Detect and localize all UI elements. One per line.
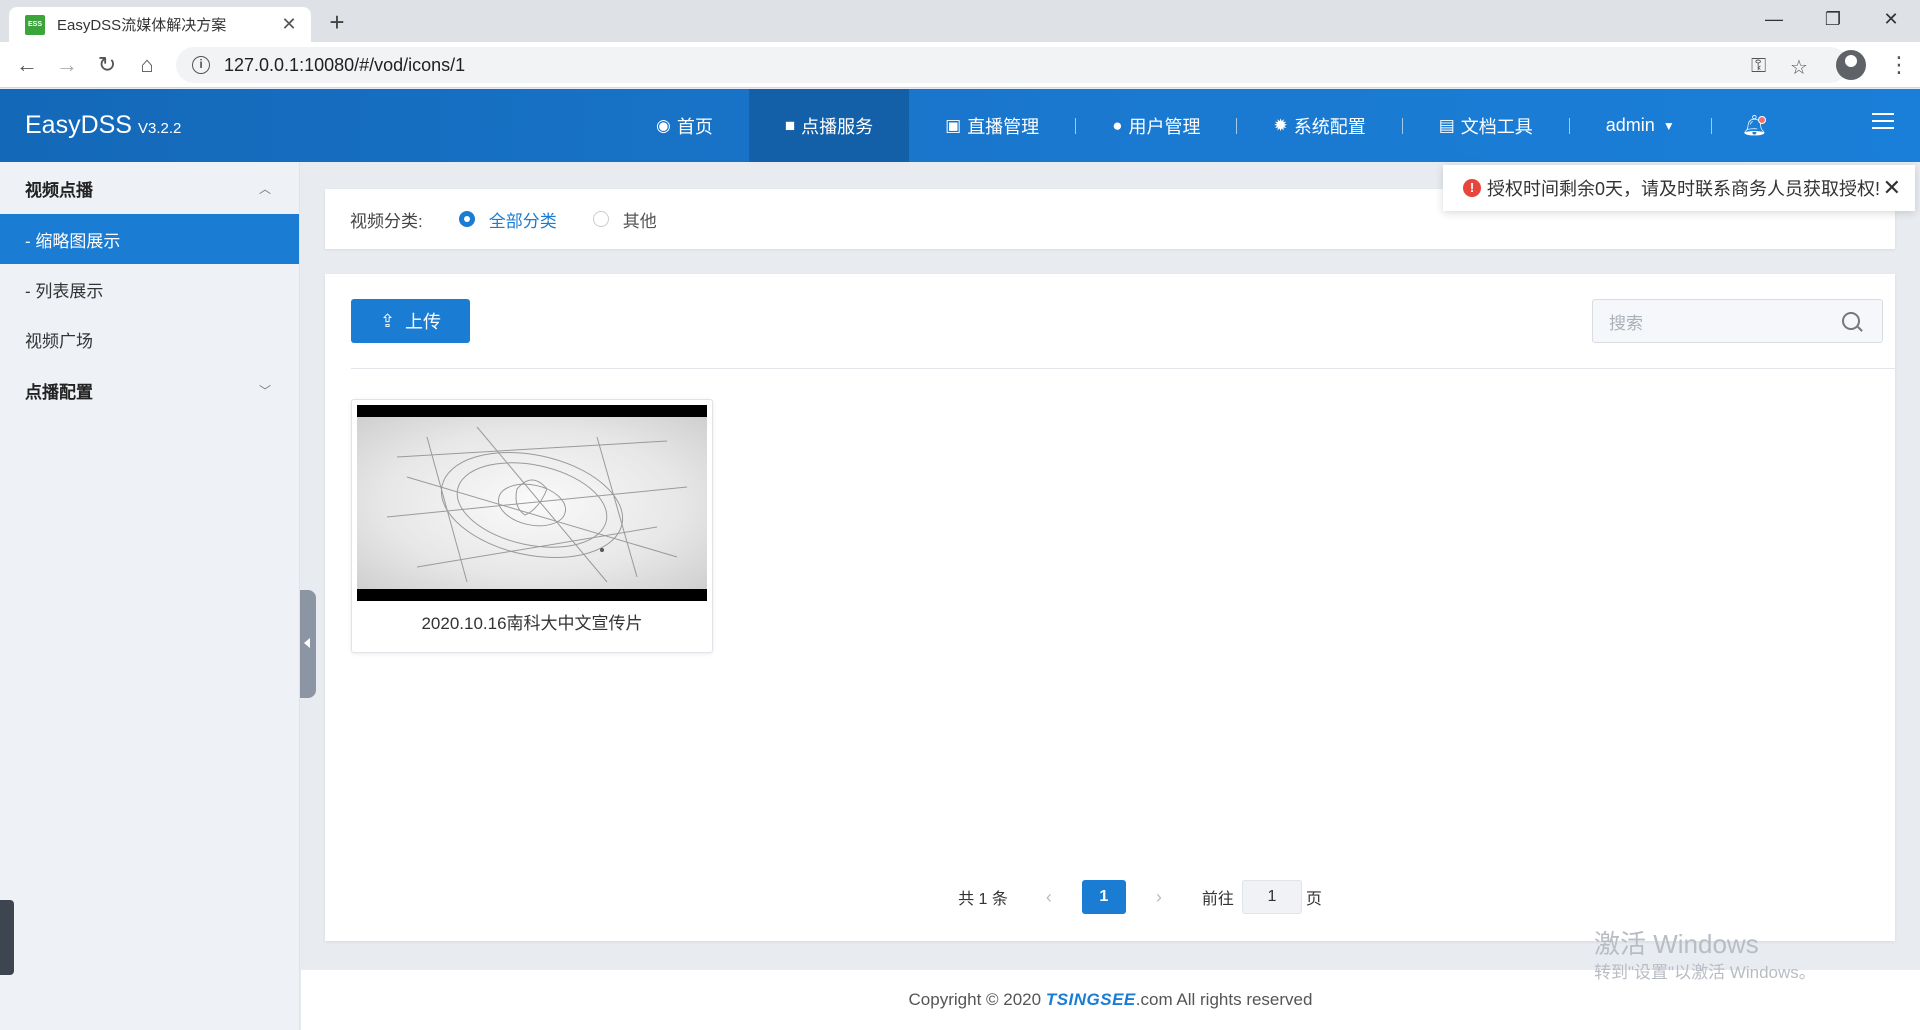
radio-label: 全部分类 — [488, 211, 557, 231]
radio-all-categories[interactable]: 全部分类 — [458, 207, 557, 232]
nav-users[interactable]: ● 用户管理 — [1076, 89, 1236, 162]
tsingsee-logo[interactable]: TSINGSEE — [1046, 990, 1136, 1009]
radio-unchecked-icon — [592, 211, 609, 227]
search-icon[interactable] — [1842, 312, 1860, 330]
video-thumbnail-panel: ⇪ 上传 搜索 2020.10.16南科大中文宣传片 共 1 条 ‹ 1 › 前… — [325, 274, 1896, 941]
search-input[interactable]: 搜索 — [1592, 299, 1883, 343]
url-text[interactable]: 127.0.0.1:10080/#/vod/icons/1 — [224, 55, 465, 76]
nav-label: 系统配置 — [1293, 116, 1366, 137]
close-window-button[interactable]: ✕ — [1868, 4, 1914, 34]
key-icon[interactable]: ⚿ — [1751, 55, 1766, 78]
video-title[interactable]: 2020.10.16南科大中文宣传片 — [352, 609, 712, 634]
notification-bell[interactable]: 🔔︎ — [1712, 89, 1797, 162]
nav-vod[interactable]: ■ 点播服务 — [748, 89, 910, 162]
live-icon: ▣ — [945, 115, 962, 135]
user-menu[interactable]: admin ▼ — [1570, 89, 1711, 162]
nav-label: 首页 — [676, 116, 713, 137]
upload-icon: ⇪ — [379, 310, 396, 331]
nav-label: 文档工具 — [1460, 116, 1533, 137]
thumbnail-image — [357, 417, 707, 589]
university-seal-sketch — [386, 426, 688, 583]
minimize-button[interactable]: — — [1751, 4, 1797, 34]
toast-close-icon[interactable]: ✕ — [1883, 175, 1901, 201]
favicon-icon: ESS — [25, 14, 45, 35]
toast-message: 授权时间剩余0天，请及时联系商务人员获取授权! — [1487, 179, 1881, 199]
video-camera-icon: ■ — [784, 115, 796, 135]
radio-other[interactable]: 其他 — [592, 207, 657, 232]
search-placeholder: 搜索 — [1609, 313, 1643, 333]
site-info-icon[interactable]: i — [192, 56, 210, 74]
nav-label: 点播服务 — [801, 116, 874, 137]
sidebar-group-label: 点播配置 — [25, 382, 93, 402]
error-icon: ! — [1463, 179, 1481, 197]
profile-avatar[interactable] — [1836, 50, 1866, 80]
windows-activation-title: 激活 Windows — [1594, 929, 1759, 959]
document-icon: ▤ — [1438, 115, 1455, 135]
bookmark-star-icon[interactable]: ☆ — [1790, 55, 1808, 80]
sidebar-collapse-handle[interactable] — [300, 590, 316, 698]
nav-settings[interactable]: ✹ 系统配置 — [1237, 89, 1401, 162]
notification-dot — [1757, 116, 1766, 124]
nav-label: 直播管理 — [967, 116, 1040, 137]
windows-activation-sub: 转到"设置"以激活 Windows。 — [1594, 963, 1816, 982]
brand-version: V3.2.2 — [137, 120, 182, 137]
browser-tabbar: ESS EasyDSS流媒体解决方案 ✕ + — ❐ ✕ — [0, 0, 1920, 42]
user-icon: ● — [1112, 115, 1123, 135]
sidebar-group-label: 视频点播 — [25, 180, 93, 200]
radio-label: 其他 — [622, 211, 657, 231]
dashboard-icon: ◉ — [656, 115, 671, 135]
top-nav: ◉ 首页 ■ 点播服务 ▣ 直播管理 ● 用户管理 ✹ 系统配置 ▤ 文档工具 … — [620, 89, 1797, 162]
nav-live[interactable]: ▣ 直播管理 — [909, 89, 1075, 162]
prev-page-icon[interactable]: ‹ — [1046, 887, 1052, 908]
nav-docs[interactable]: ▤ 文档工具 — [1403, 89, 1569, 162]
chevron-up-icon: ︿ — [258, 181, 271, 196]
video-card[interactable]: 2020.10.16南科大中文宣传片 — [351, 399, 713, 653]
goto-label: 前往 — [1201, 891, 1234, 908]
upload-label: 上传 — [405, 312, 442, 332]
tab-title: EasyDSS流媒体解决方案 — [57, 17, 227, 34]
chevron-down-icon: ﹀ — [258, 383, 271, 398]
upload-button[interactable]: ⇪ 上传 — [351, 299, 470, 343]
sidebar-item-square[interactable]: 视频广场 — [0, 314, 299, 364]
sidebar-item-thumbnails[interactable]: - 缩略图展示 — [0, 214, 299, 264]
sidebar-group-vod-config[interactable]: 点播配置 ﹀ — [0, 364, 299, 416]
tab-close-icon[interactable]: ✕ — [279, 14, 299, 35]
goto-page-input[interactable]: 1 — [1241, 880, 1302, 914]
username: admin — [1605, 115, 1655, 135]
copyright-prefix: Copyright © 2020 — [908, 990, 1046, 1009]
sidebar-group-vod[interactable]: 视频点播 ︿ — [0, 162, 299, 214]
maximize-button[interactable]: ❐ — [1810, 4, 1856, 34]
brand-name: EasyDSS — [25, 111, 132, 139]
chevron-down-icon: ▼ — [1662, 118, 1675, 133]
license-warning-toast: ! 授权时间剩余0天，请及时联系商务人员获取授权! ✕ — [1443, 165, 1915, 211]
back-button[interactable]: ← — [12, 50, 42, 80]
brand[interactable]: EasyDSS V3.2.2 — [25, 111, 181, 140]
radio-checked-icon — [458, 211, 475, 227]
video-thumbnail[interactable] — [357, 405, 707, 601]
sidebar: 视频点播 ︿ - 缩略图展示 - 列表展示 视频广场 点播配置 ﹀ — [0, 162, 300, 1030]
floating-widget[interactable] — [0, 900, 14, 975]
page-suffix: 页 — [1305, 891, 1322, 908]
browser-toolbar: ← → ↻ ⌂ i 127.0.0.1:10080/#/vod/icons/1 … — [0, 42, 1920, 88]
app-header: EasyDSS V3.2.2 ◉ 首页 ■ 点播服务 ▣ 直播管理 ● 用户管理 … — [0, 89, 1920, 162]
forward-button[interactable]: → — [52, 50, 82, 80]
hamburger-menu-icon[interactable] — [1872, 113, 1894, 131]
pagination-total: 共 1 条 — [958, 891, 1008, 908]
browser-menu-icon[interactable]: ⋮ — [1888, 50, 1910, 80]
reload-button[interactable]: ↻ — [92, 50, 122, 80]
page-number-current[interactable]: 1 — [1081, 880, 1126, 914]
nav-label: 用户管理 — [1128, 116, 1201, 137]
nav-home[interactable]: ◉ 首页 — [620, 89, 749, 162]
browser-tab[interactable]: ESS EasyDSS流媒体解决方案 ✕ — [9, 7, 311, 42]
new-tab-button[interactable]: + — [322, 8, 352, 36]
divider — [351, 368, 1896, 369]
copyright-suffix: .com All rights reserved — [1135, 990, 1313, 1009]
filter-label: 视频分类: — [350, 211, 423, 231]
gear-icon: ✹ — [1273, 115, 1288, 135]
pagination: 共 1 条 ‹ 1 › 前往 1 页 — [325, 880, 1895, 914]
sidebar-item-list[interactable]: - 列表展示 — [0, 264, 299, 314]
home-button[interactable]: ⌂ — [132, 50, 162, 80]
next-page-icon[interactable]: › — [1156, 887, 1162, 908]
address-bar[interactable]: i 127.0.0.1:10080/#/vod/icons/1 ⚿ ☆ — [176, 47, 1848, 83]
